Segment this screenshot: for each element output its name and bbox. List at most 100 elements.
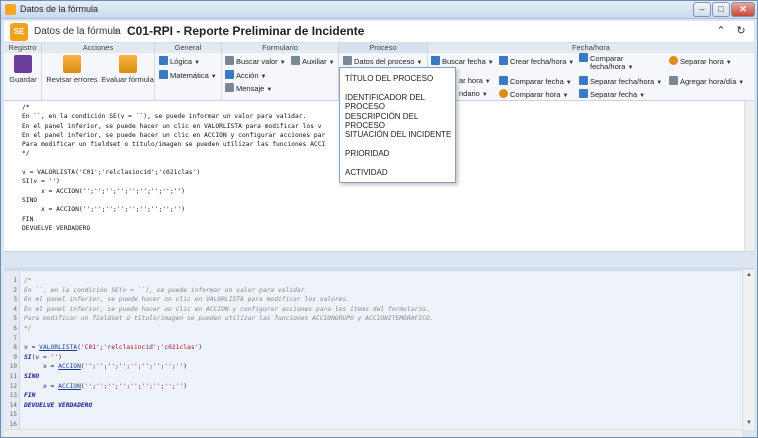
code-text: ) — [183, 363, 188, 371]
code-keyword: DEVUELVE VERDADERO — [24, 401, 93, 409]
auxiliary-button[interactable]: Auxiliar ▼ — [291, 56, 335, 66]
menu-item-activity[interactable]: ACTIVIDAD — [345, 168, 388, 177]
code-string: 'C01';'relclasincid';'c021clas' — [80, 344, 199, 352]
window-title: Datos de la fórmula — [20, 4, 99, 14]
math-icon — [159, 70, 168, 79]
split-date-button[interactable]: Separar fecha ▼ — [579, 89, 645, 99]
menu-item-incident-status[interactable]: SITUACIÓN DEL INCIDENTE — [345, 130, 451, 139]
logic-icon — [159, 56, 168, 65]
compare-datetime-button[interactable]: Comparar fecha/hora ▼ — [579, 53, 633, 72]
create-datetime-button[interactable]: Crear fecha/hora ▼ — [499, 56, 574, 66]
compare-date-button[interactable]: Comparar fecha ▼ — [499, 76, 572, 86]
code-keyword: FIN — [24, 392, 36, 400]
check-errors-icon — [63, 55, 81, 73]
calendar-icon — [431, 56, 440, 65]
code-function-link[interactable]: ACCION — [58, 383, 81, 390]
compare-date-label: Comparar fecha — [510, 77, 564, 86]
check-errors-button[interactable]: Revisar errores — [44, 55, 100, 84]
code-text: ) — [58, 353, 62, 361]
formula-editor-bottom[interactable]: 1 2 3 4 5 6 7 8 9 10 11 12 13 14 15 16 /… — [4, 270, 742, 430]
code-text: (v = — [31, 353, 51, 361]
compare-time-label: Comparar hora — [510, 90, 561, 99]
code-text: v = — [24, 344, 40, 352]
filter-icon — [291, 56, 300, 65]
group-proceso: Proceso — [339, 43, 428, 53]
auxiliary-label: Auxiliar — [302, 57, 327, 66]
minimize-button[interactable]: – — [693, 2, 711, 17]
message-icon — [225, 83, 234, 92]
bottom-editor-hscrollbar[interactable] — [4, 429, 742, 437]
evaluate-formula-button[interactable]: Evaluar fórmula — [101, 55, 154, 84]
search-icon — [343, 56, 352, 65]
save-button[interactable]: Guardar — [8, 55, 38, 84]
split-date-label: Separar fecha — [590, 90, 638, 99]
code-function-link[interactable]: VALORLISTA — [39, 344, 77, 351]
collapse-icon[interactable]: ⌃ — [714, 24, 728, 37]
search-value-label: Buscar valor — [236, 57, 278, 66]
action-button[interactable]: Acción ▼ — [225, 70, 266, 80]
process-data-button[interactable]: Datos del proceso ▼ — [343, 56, 422, 66]
check-errors-label: Revisar errores — [46, 75, 98, 84]
save-label: Guardar — [9, 75, 37, 84]
highlighted-code[interactable]: /* En ``, en la condición SE(v = ``), se… — [24, 276, 433, 410]
menu-item-priority[interactable]: PRIORIDAD — [345, 149, 389, 158]
scroll-up-icon[interactable]: ▲ — [746, 272, 752, 278]
code-comment: */ — [24, 324, 32, 332]
code-comment: Para modificar un fieldset o título/imag… — [24, 315, 434, 323]
split-time-button[interactable]: Separar hora ▼ — [669, 56, 732, 66]
menu-item-process-id[interactable]: IDENTIFICADOR DEL PROCESO — [345, 93, 455, 111]
panel-splitter[interactable] — [4, 251, 754, 269]
group-general: General — [155, 43, 222, 53]
calendar-icon — [499, 56, 508, 65]
time-partial-button[interactable]: ar hora ▼ — [459, 76, 491, 85]
code-keyword: SI — [24, 353, 32, 361]
group-formulario: Formulario — [222, 43, 339, 53]
process-data-label: Datos del proceso — [354, 57, 415, 66]
add-hourday-button[interactable]: Agregar hora/día ▼ — [669, 76, 744, 86]
logic-label: Lógica — [170, 57, 193, 66]
line-numbers: 1 2 3 4 5 6 7 8 9 10 11 12 13 14 15 16 — [9, 277, 17, 428]
code-text: x = — [24, 363, 59, 371]
code-string: '';'';'';'';'';'';'';'';'' — [84, 382, 184, 390]
compare-time-button[interactable]: Comparar hora ▼ — [499, 89, 568, 99]
split-datetime-label: Separar fecha/hora — [590, 77, 655, 86]
group-divider — [41, 53, 42, 101]
math-label: Matemática — [170, 71, 209, 80]
search-value-button[interactable]: Buscar valor ▼ — [225, 56, 286, 66]
code-string: '';'';'';'';'';'';'';'';'' — [84, 363, 184, 371]
group-acciones: Acciones — [42, 43, 155, 53]
calendar-partial-label: ndario — [459, 89, 480, 98]
breadcrumb[interactable]: Datos de la fórmula — [34, 26, 121, 37]
group-fechahora: Fecha/hora — [428, 43, 754, 53]
calendar-icon — [579, 53, 588, 62]
clock-icon — [499, 89, 508, 98]
calendar-icon — [579, 89, 588, 98]
calendar-partial-button[interactable]: ndario ▼ — [459, 89, 488, 98]
group-divider — [221, 53, 222, 101]
close-button[interactable]: ✕ — [731, 2, 755, 17]
clock-icon — [669, 56, 678, 65]
line-number-gutter: 1 2 3 4 5 6 7 8 9 10 11 12 13 14 15 16 — [4, 271, 20, 430]
scroll-down-icon[interactable]: ▼ — [746, 420, 752, 426]
search-date-button[interactable]: Buscar fecha ▼ — [431, 56, 494, 66]
evaluate-formula-icon — [118, 55, 137, 73]
code-function-link[interactable]: ACCION — [58, 363, 81, 370]
formula-window: Datos de la fórmula – □ ✕ SE Datos de la… — [0, 0, 758, 438]
maximize-button[interactable]: □ — [712, 2, 730, 17]
split-datetime-button[interactable]: Separar fecha/hora ▼ — [579, 76, 662, 86]
top-editor-scrollbar[interactable] — [744, 101, 754, 251]
calendar-icon — [499, 76, 508, 85]
menu-item-process-title[interactable]: TÍTULO DEL PROCESO — [345, 74, 433, 83]
evaluate-formula-label: Evaluar fórmula — [101, 75, 154, 84]
message-button[interactable]: Mensaje ▼ — [225, 83, 272, 93]
logic-menu-button[interactable]: Lógica ▼ — [159, 56, 200, 66]
bottom-editor-scrollbar[interactable]: ▲ ▼ — [742, 270, 754, 430]
se-logo-icon: SE — [10, 23, 28, 41]
menu-item-process-description[interactable]: DESCRIPCIÓN DEL PROCESO — [345, 112, 455, 130]
refresh-icon[interactable]: ↻ — [734, 24, 748, 37]
split-time-label: Separar hora — [680, 57, 724, 66]
code-text: x = — [24, 382, 59, 390]
math-menu-button[interactable]: Matemática ▼ — [159, 70, 217, 80]
search-icon — [225, 56, 234, 65]
code-comment: En el panel inferior, se puede hacer un … — [24, 296, 351, 304]
